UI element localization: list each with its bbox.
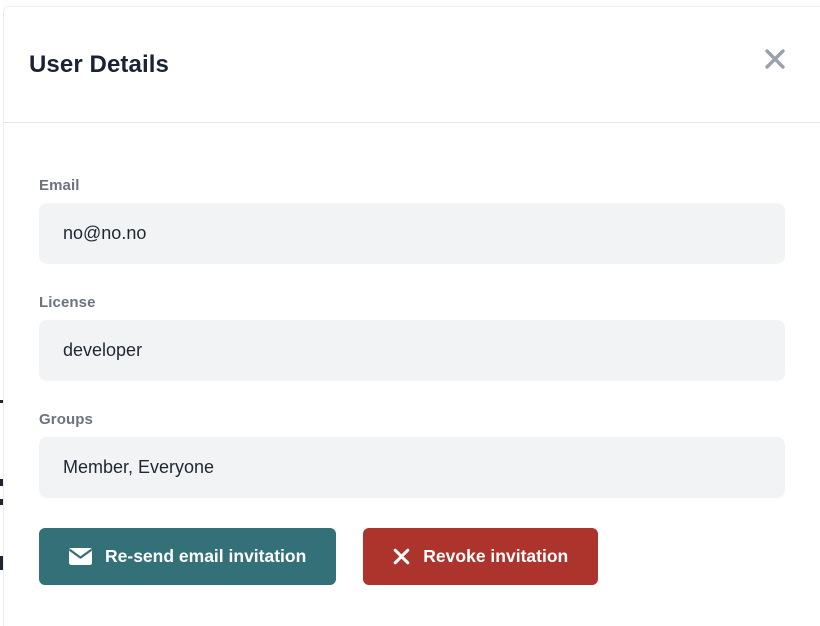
groups-field[interactable]: Member, Everyone	[39, 437, 785, 498]
revoke-button-label: Revoke invitation	[423, 546, 568, 567]
resend-email-invitation-button[interactable]: Re-send email invitation	[39, 528, 336, 585]
screen: User Details Email no@no.no License deve…	[0, 0, 820, 626]
license-field-group: License developer	[39, 294, 785, 381]
groups-field-group: Groups Member, Everyone	[39, 411, 785, 498]
email-field[interactable]: no@no.no	[39, 203, 785, 264]
modal-body: Email no@no.no License developer Groups …	[4, 123, 820, 585]
action-buttons-row: Re-send email invitation Revoke invitati…	[39, 528, 785, 585]
close-icon	[763, 47, 787, 71]
resend-button-label: Re-send email invitation	[105, 546, 306, 567]
license-label: License	[39, 294, 785, 311]
revoke-invitation-button[interactable]: Revoke invitation	[363, 528, 598, 585]
envelope-icon	[69, 548, 92, 565]
email-label: Email	[39, 177, 785, 194]
modal-title: User Details	[29, 51, 169, 79]
groups-label: Groups	[39, 411, 785, 428]
x-icon	[393, 548, 410, 565]
modal-header: User Details	[4, 7, 820, 123]
email-field-group: Email no@no.no	[39, 177, 785, 264]
close-button[interactable]	[758, 42, 792, 76]
license-field[interactable]: developer	[39, 320, 785, 381]
user-details-modal: User Details Email no@no.no License deve…	[3, 6, 820, 626]
